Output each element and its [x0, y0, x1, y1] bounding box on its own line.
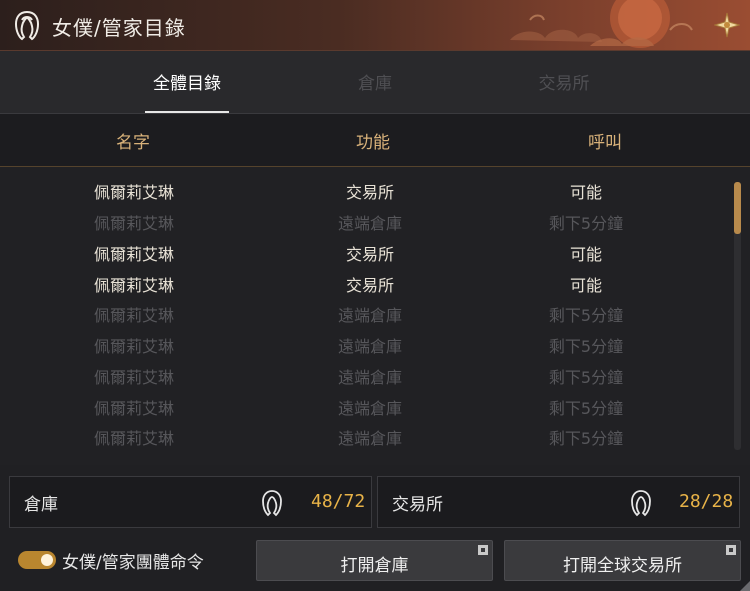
maid-function: 遠端倉庫 [337, 337, 402, 356]
maid-function: 遠端倉庫 [337, 429, 402, 448]
list-scrollbar[interactable] [734, 182, 741, 450]
active-tab-indicator [145, 111, 229, 113]
tabs-bar: 全體目錄 倉庫 交易所 [0, 51, 750, 114]
group-command-label: 女僕/管家團體命令 [62, 553, 204, 573]
open-global-market-label: 打開全球交易所 [563, 556, 682, 576]
list-item[interactable]: 佩爾莉艾琳 遠端倉庫 剩下5分鐘 [0, 298, 730, 328]
maid-function: 遠端倉庫 [337, 306, 402, 325]
list-item[interactable]: 佩爾莉艾琳 遠端倉庫 剩下5分鐘 [0, 360, 730, 390]
close-button[interactable] [712, 10, 742, 40]
market-counter-label: 交易所 [392, 495, 443, 515]
maid-call-status: 可能 [569, 245, 602, 264]
maid-function: 交易所 [345, 276, 394, 295]
tab-warehouse[interactable]: 倉庫 [305, 69, 445, 94]
maid-call-status: 剩下5分鐘 [548, 337, 624, 356]
maid-function: 遠端倉庫 [337, 399, 402, 418]
maid-function: 交易所 [345, 183, 394, 202]
maid-name: 佩爾莉艾琳 [93, 337, 174, 356]
column-header-function[interactable]: 功能 [293, 128, 453, 153]
maid-function: 交易所 [345, 245, 394, 264]
warehouse-count: 48/72 [311, 491, 366, 512]
column-header-name[interactable]: 名字 [53, 128, 213, 153]
maid-function: 遠端倉庫 [337, 214, 402, 233]
list-item[interactable]: 佩爾莉艾琳 遠端倉庫 剩下5分鐘 [0, 421, 730, 451]
maid-call-status: 可能 [569, 183, 602, 202]
maid-name: 佩爾莉艾琳 [93, 368, 174, 387]
external-window-icon [726, 545, 736, 555]
external-window-icon [478, 545, 488, 555]
open-warehouse-label: 打開倉庫 [340, 556, 409, 576]
toggle-knob [41, 554, 53, 566]
tab-market[interactable]: 交易所 [494, 69, 634, 94]
maid-icon [262, 490, 282, 517]
maid-name: 佩爾莉艾琳 [93, 429, 174, 448]
warehouse-counter: 倉庫 48/72 [9, 476, 372, 528]
warehouse-counter-label: 倉庫 [24, 495, 58, 515]
column-header-row: 名字 功能 呼叫 [0, 114, 750, 167]
list-item[interactable]: 佩爾莉艾琳 遠端倉庫 剩下5分鐘 [0, 329, 730, 359]
list-item[interactable]: 佩爾莉艾琳 遠端倉庫 剩下5分鐘 [0, 206, 730, 236]
maid-call-status: 可能 [569, 276, 602, 295]
maid-function: 遠端倉庫 [337, 368, 402, 387]
tab-all-list[interactable]: 全體目錄 [117, 69, 257, 94]
maid-name: 佩爾莉艾琳 [93, 245, 174, 264]
title-bar: 女僕/管家目錄 [0, 0, 750, 51]
market-count: 28/28 [679, 491, 734, 512]
maid-call-status: 剩下5分鐘 [548, 306, 624, 325]
open-warehouse-button[interactable]: 打開倉庫 [256, 540, 493, 581]
compass-star-icon [714, 12, 740, 38]
maid-icon [14, 10, 40, 41]
market-counter: 交易所 28/28 [377, 476, 740, 528]
maid-call-status: 剩下5分鐘 [548, 429, 624, 448]
maid-name: 佩爾莉艾琳 [93, 306, 174, 325]
maid-call-status: 剩下5分鐘 [548, 399, 624, 418]
maid-name: 佩爾莉艾琳 [93, 214, 174, 233]
window-title: 女僕/管家目錄 [52, 16, 186, 40]
maid-name: 佩爾莉艾琳 [93, 399, 174, 418]
cloud-decoration-icon [510, 0, 693, 48]
list-item[interactable]: 佩爾莉艾琳 遠端倉庫 剩下5分鐘 [0, 391, 730, 421]
group-command-toggle[interactable] [18, 551, 56, 569]
scrollbar-thumb[interactable] [734, 182, 741, 234]
maid-call-status: 剩下5分鐘 [548, 214, 624, 233]
list-item[interactable]: 佩爾莉艾琳 交易所 可能 [0, 237, 730, 267]
maid-list: 佩爾莉艾琳 交易所 可能 佩爾莉艾琳 遠端倉庫 剩下5分鐘 佩爾莉艾琳 交易所 … [0, 167, 750, 465]
list-item[interactable]: 佩爾莉艾琳 交易所 可能 [0, 175, 730, 205]
resize-handle[interactable] [740, 581, 750, 591]
list-item[interactable]: 佩爾莉艾琳 交易所 可能 [0, 268, 730, 298]
maid-call-status: 剩下5分鐘 [548, 368, 624, 387]
maid-name: 佩爾莉艾琳 [93, 183, 174, 202]
maid-name: 佩爾莉艾琳 [93, 276, 174, 295]
maid-icon [631, 490, 651, 517]
column-header-call[interactable]: 呼叫 [525, 128, 685, 153]
open-global-market-button[interactable]: 打開全球交易所 [504, 540, 741, 581]
